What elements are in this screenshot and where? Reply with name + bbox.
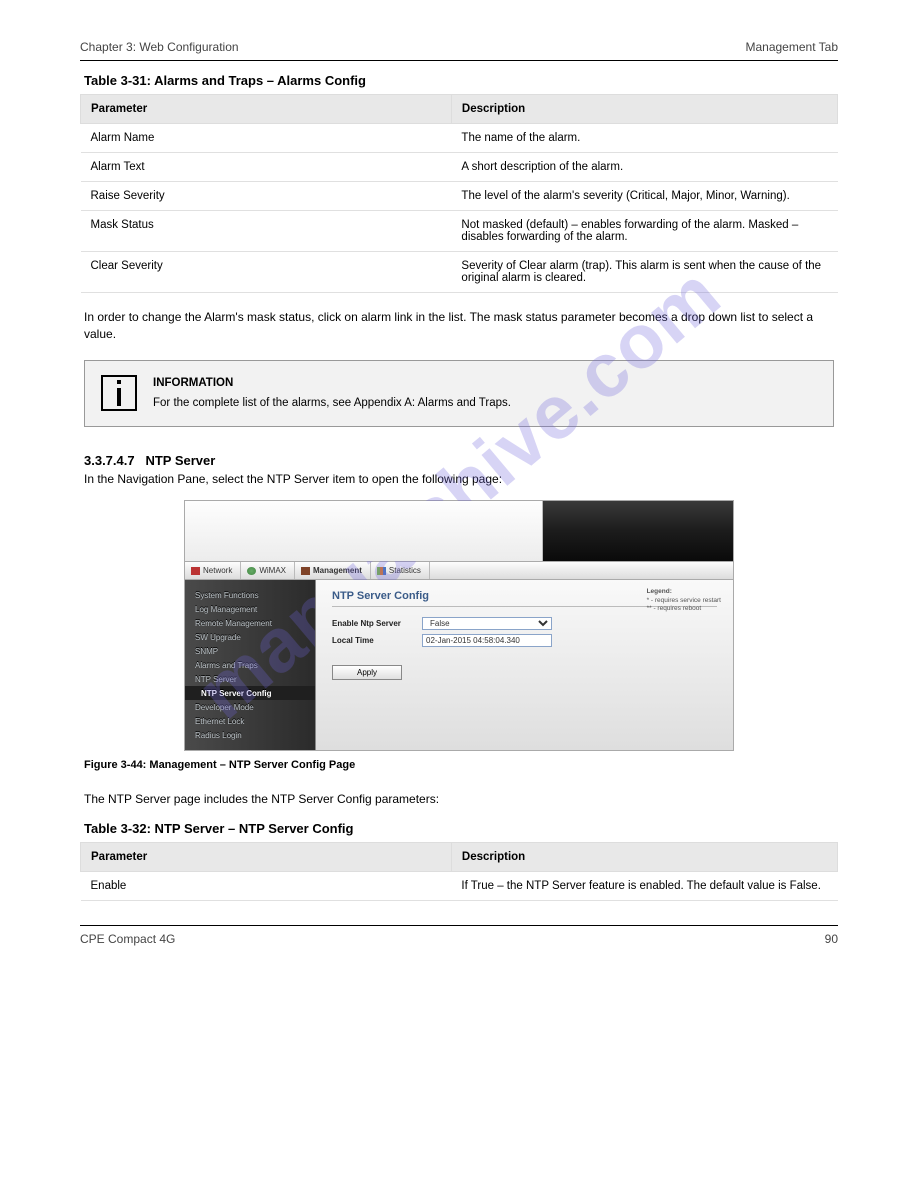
table-row: Enable If True – the NTP Server feature … [81, 871, 838, 900]
apply-button[interactable]: Apply [332, 665, 402, 680]
table-header-row: Parameter Description [81, 842, 838, 871]
sidebar-item-snmp[interactable]: SNMP [185, 644, 315, 658]
page-footer: CPE Compact 4G 90 [80, 925, 838, 946]
table-row: Alarm NameThe name of the alarm. [81, 124, 838, 153]
figure-caption: Figure 3-44: Management – NTP Server Con… [84, 759, 834, 771]
footer-right: 90 [825, 932, 838, 946]
tab-statistics[interactable]: Statistics [371, 562, 430, 579]
col-description: Description [451, 842, 837, 871]
sidebar-item-radius-login[interactable]: Radius Login [185, 728, 315, 742]
chapter-label: Chapter 3: Web Configuration [80, 40, 239, 54]
sidebar-item-ntp-server[interactable]: NTP Server [185, 672, 315, 686]
col-description: Description [451, 95, 837, 124]
sidebar-item-log-management[interactable]: Log Management [185, 602, 315, 616]
management-icon [301, 567, 310, 575]
heading-title: NTP Server [145, 453, 215, 468]
footer-left: CPE Compact 4G [80, 932, 175, 946]
sidebar-item-system-functions[interactable]: System Functions [185, 588, 315, 602]
network-icon [191, 567, 200, 575]
alarms-config-table: Parameter Description Alarm NameThe name… [80, 94, 838, 293]
table-row: Mask StatusNot masked (default) – enable… [81, 211, 838, 252]
table-caption-2: Table 3-32: NTP Server – NTP Server Conf… [84, 821, 834, 836]
enable-ntp-select[interactable]: False [422, 617, 552, 630]
sidebar-item-sw-upgrade[interactable]: SW Upgrade [185, 630, 315, 644]
paragraph: In order to change the Alarm's mask stat… [84, 309, 834, 344]
nav-tabs: Network WiMAX Management Statistics [185, 561, 733, 580]
info-note: INFORMATION For the complete list of the… [84, 360, 834, 427]
divider [80, 60, 838, 61]
info-icon [101, 375, 137, 411]
sidebar-item-ethernet-lock[interactable]: Ethernet Lock [185, 714, 315, 728]
ntp-config-screenshot: Network WiMAX Management Statistics Syst… [184, 500, 734, 751]
local-time-label: Local Time [332, 636, 422, 645]
ntp-config-table: Parameter Description Enable If True – t… [80, 842, 838, 901]
legend: Legend: * - requires service restart ** … [647, 588, 721, 613]
table-caption-1: Table 3-31: Alarms and Traps – Alarms Co… [84, 73, 834, 88]
tab-network[interactable]: Network [185, 562, 241, 579]
sidebar-item-developer-mode[interactable]: Developer Mode [185, 700, 315, 714]
sidebar-item-remote-management[interactable]: Remote Management [185, 616, 315, 630]
sidebar: System Functions Log Management Remote M… [185, 580, 315, 750]
paragraph: The NTP Server page includes the NTP Ser… [84, 791, 834, 808]
table-row: Alarm TextA short description of the ala… [81, 153, 838, 182]
section-label: Management Tab [745, 40, 838, 54]
heading-num: 3.3.7.4.7 [84, 453, 135, 468]
sidebar-item-alarms-and-traps[interactable]: Alarms and Traps [185, 658, 315, 672]
local-time-value: 02-Jan-2015 04:58:04.340 [422, 634, 552, 647]
col-parameter: Parameter [81, 95, 452, 124]
tab-management[interactable]: Management [295, 562, 371, 579]
table-row: Clear SeveritySeverity of Clear alarm (t… [81, 252, 838, 293]
table-header-row: Parameter Description [81, 95, 838, 124]
statistics-icon [377, 567, 386, 575]
sidebar-item-ntp-server-config[interactable]: NTP Server Config [185, 686, 315, 700]
note-label: INFORMATION [153, 375, 511, 392]
table-row: Raise SeverityThe level of the alarm's s… [81, 182, 838, 211]
note-body: For the complete list of the alarms, see… [153, 397, 511, 409]
wimax-icon [247, 567, 256, 575]
tab-wimax[interactable]: WiMAX [241, 562, 295, 579]
enable-ntp-label: Enable Ntp Server [332, 619, 422, 628]
heading-desc: In the Navigation Pane, select the NTP S… [84, 472, 834, 486]
col-parameter: Parameter [81, 842, 452, 871]
